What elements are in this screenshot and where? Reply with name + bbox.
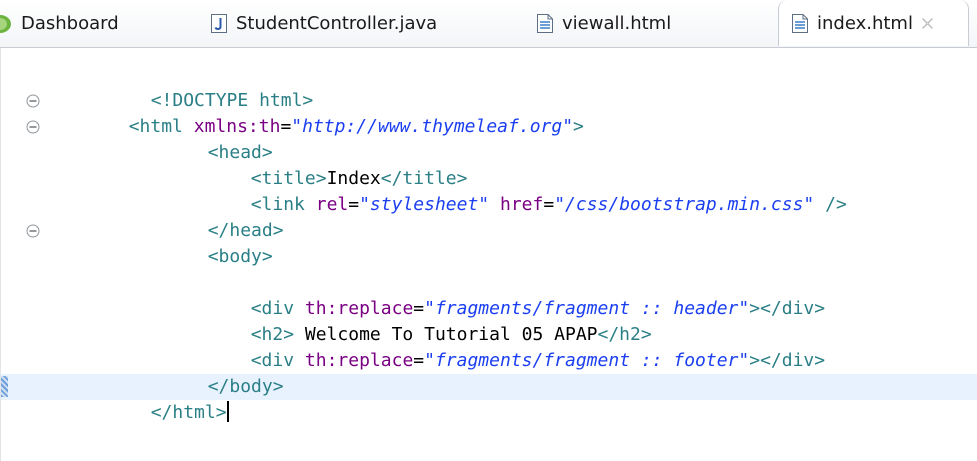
text-caret — [226, 401, 229, 422]
tab-dashboard[interactable]: Dashboard — [0, 0, 119, 47]
fold-toggle-icon[interactable] — [26, 120, 40, 134]
code-line-10: <h2> Welcome To Tutorial 05 APAP</h2> — [1, 296, 977, 345]
fold-toggle-icon[interactable] — [26, 94, 40, 108]
spring-dashboard-icon — [0, 14, 12, 34]
code-line-2: <html xmlns:th="http://www.thymeleaf.org… — [1, 88, 977, 137]
editor-window: Dashboard StudentController.java viewall… — [0, 0, 977, 461]
tab-viewall[interactable]: viewall.html — [537, 0, 671, 47]
close-icon[interactable] — [921, 17, 934, 30]
tab-label: index.html — [817, 12, 913, 34]
code-line-7: <body> — [1, 218, 977, 267]
code-line-12: </body> — [1, 348, 977, 397]
tab-label: Dashboard — [21, 13, 119, 34]
code-line-4: <title>Index</title> — [1, 140, 977, 189]
tab-student-controller[interactable]: StudentController.java — [211, 0, 437, 47]
html-file-icon — [537, 14, 553, 33]
html-file-icon — [792, 13, 808, 33]
code-line-3: <head> — [1, 114, 977, 163]
java-file-icon — [211, 14, 227, 33]
code-line-1: <!DOCTYPE html> — [1, 62, 977, 111]
code-line-11: <div th:replace="fragments/fragment :: f… — [1, 322, 977, 371]
fold-toggle-icon[interactable] — [26, 224, 40, 238]
code-line-9: <div th:replace="fragments/fragment :: h… — [1, 270, 977, 319]
code-editor[interactable]: <!DOCTYPE html> <html xmlns:th="http://w… — [0, 48, 977, 461]
code-line-6: </head> — [1, 192, 977, 241]
tab-label: StudentController.java — [236, 13, 438, 34]
tab-label: viewall.html — [562, 13, 672, 34]
editor-tab-bar: Dashboard StudentController.java viewall… — [0, 0, 977, 48]
tag: </html> — [150, 402, 227, 423]
tab-index-active[interactable]: index.html — [778, 0, 969, 46]
code-line-5: <link rel="stylesheet" href="/css/bootst… — [1, 166, 977, 215]
code-line-13: </html> — [1, 374, 977, 423]
